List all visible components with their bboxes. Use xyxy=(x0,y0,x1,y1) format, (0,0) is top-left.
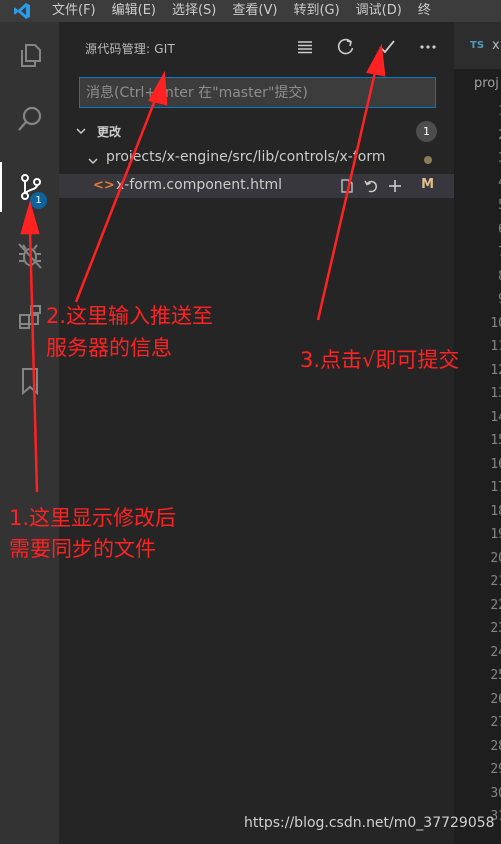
debug-icon[interactable] xyxy=(0,230,59,280)
file-name: x-form.component.html xyxy=(116,177,282,193)
line-number: 8 xyxy=(459,265,501,289)
folder-item[interactable]: projects/x-engine/src/lib/controls/x-for… xyxy=(59,148,454,170)
line-number: 24 xyxy=(490,644,501,660)
discard-changes-icon[interactable] xyxy=(361,177,381,195)
line-number: 4 xyxy=(459,171,501,195)
line-number: 16 xyxy=(490,456,501,472)
open-file-icon[interactable] xyxy=(337,177,357,195)
commit-message-input[interactable] xyxy=(79,77,436,108)
menu-debug[interactable]: 调试(D) xyxy=(348,0,410,22)
breadcrumb[interactable]: proj xyxy=(474,76,499,91)
folder-path: projects/x-engine/src/lib/controls/x-for… xyxy=(106,149,386,165)
view-as-list-icon[interactable] xyxy=(287,34,322,60)
modified-dot-icon xyxy=(424,156,432,164)
line-number: 30 xyxy=(490,785,501,801)
panel-actions xyxy=(287,34,445,60)
menu-file[interactable]: 文件(F) xyxy=(44,0,104,22)
line-number: 18 xyxy=(490,503,501,519)
scm-badge: 1 xyxy=(30,192,47,209)
annotation-2-line1: 2.这里输入推送至 xyxy=(46,304,214,328)
line-number: 3 xyxy=(459,147,501,171)
annotation-1-line2: 需要同步的文件 xyxy=(9,537,156,561)
line-number: 2 xyxy=(459,124,501,148)
changes-group[interactable]: 更改 1 xyxy=(59,120,454,142)
vscode-logo-icon xyxy=(0,0,44,22)
editor-tab-bar: TS x xyxy=(454,22,501,69)
line-number: 7 xyxy=(459,241,501,265)
more-actions-icon[interactable] xyxy=(410,34,445,60)
refresh-icon[interactable] xyxy=(328,34,363,60)
line-number: 20 xyxy=(490,550,501,566)
menu-go[interactable]: 转到(G) xyxy=(285,0,347,22)
annotation-1-line1: 1.这里显示修改后 xyxy=(9,506,177,530)
line-number: 9 xyxy=(459,288,501,312)
line-number: 1 xyxy=(459,100,501,124)
line-number: 5 xyxy=(459,194,501,218)
line-number: 13 xyxy=(490,386,501,401)
changed-file-item[interactable]: <> x-form.component.html M xyxy=(59,174,454,198)
line-number: 22 xyxy=(490,597,501,613)
title-bar: 文件(F) 编辑(E) 选择(S) 查看(V) 转到(G) 调试(D) 终 xyxy=(0,0,501,22)
annotation-2-line2: 服务器的信息 xyxy=(46,336,172,360)
source-control-panel: 源代码管理: GIT 更改 xyxy=(59,22,454,844)
line-number: 26 xyxy=(490,691,501,707)
file-status-badge: M xyxy=(421,177,434,192)
line-number: 15 xyxy=(490,433,501,448)
menu-selection[interactable]: 选择(S) xyxy=(164,0,224,22)
line-number: 29 xyxy=(490,762,501,777)
source-control-icon[interactable]: 1 xyxy=(0,162,59,212)
line-number: 23 xyxy=(490,621,501,636)
explorer-icon[interactable] xyxy=(0,30,59,80)
line-number: 19 xyxy=(490,527,501,542)
line-numbers: 1234567891011121314151617181920212223242… xyxy=(454,100,501,829)
activity-bar: 1 xyxy=(0,22,59,844)
editor-tab-label[interactable]: x xyxy=(492,38,500,53)
menu-terminal[interactable]: 终 xyxy=(410,0,439,22)
menu-edit[interactable]: 编辑(E) xyxy=(104,0,164,22)
line-number: 11 xyxy=(490,339,501,354)
line-number: 17 xyxy=(490,480,501,495)
bookmark-icon[interactable] xyxy=(0,356,59,406)
line-number: 27 xyxy=(490,715,501,730)
changes-count-badge: 1 xyxy=(416,120,437,142)
line-number: 12 xyxy=(490,362,501,378)
line-number: 10 xyxy=(490,315,501,331)
line-number: 6 xyxy=(459,218,501,242)
line-number: 14 xyxy=(490,409,501,425)
typescript-icon: TS xyxy=(470,40,485,51)
line-number: 28 xyxy=(490,738,501,754)
chevron-down-icon xyxy=(87,152,99,171)
menu-view[interactable]: 查看(V) xyxy=(224,0,285,22)
watermark: https://blog.csdn.net/m0_37729058 xyxy=(244,815,495,831)
editor-area: TS x proj 123456789101112131415161718192… xyxy=(454,22,501,844)
stage-changes-icon[interactable] xyxy=(385,177,405,195)
search-icon[interactable] xyxy=(0,94,59,144)
panel-title: 源代码管理: GIT xyxy=(85,42,176,56)
line-number: 25 xyxy=(490,668,501,683)
annotation-3: 3.点击√即可提交 xyxy=(300,348,460,372)
changes-label: 更改 xyxy=(97,124,122,139)
file-actions xyxy=(337,177,405,195)
chevron-down-icon xyxy=(75,122,87,141)
line-number: 21 xyxy=(490,574,501,589)
commit-check-icon[interactable] xyxy=(369,34,404,60)
html-file-icon: <> xyxy=(93,178,115,193)
